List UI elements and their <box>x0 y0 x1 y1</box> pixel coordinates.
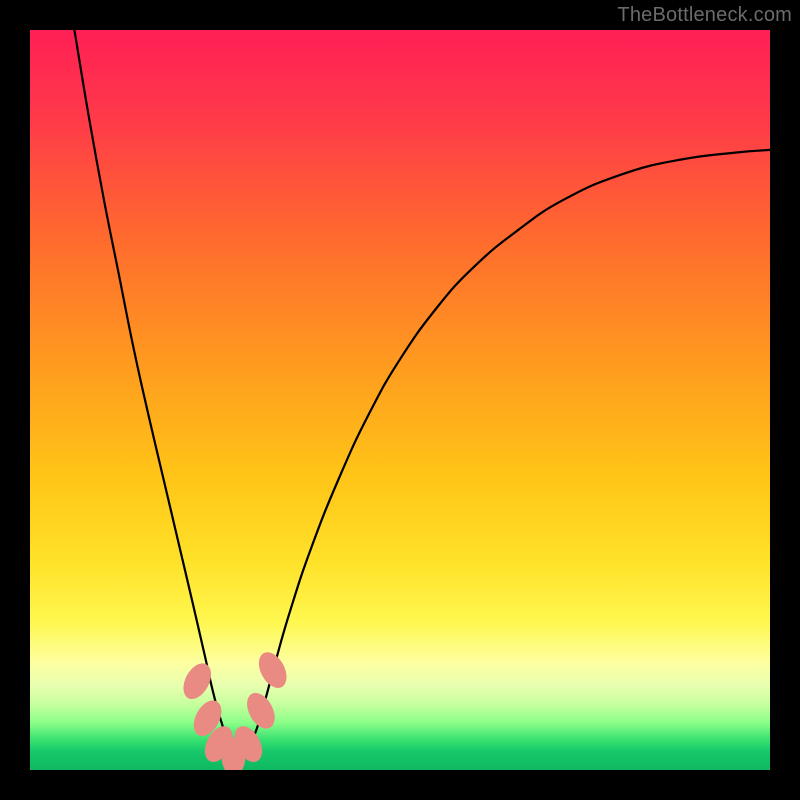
chart-frame: TheBottleneck.com <box>0 0 800 800</box>
watermark-text: TheBottleneck.com <box>617 4 792 27</box>
plot-area <box>30 30 770 770</box>
bottleneck-curve <box>74 30 770 757</box>
curve-layer <box>30 30 770 770</box>
curve-markers <box>178 648 292 770</box>
curve-marker <box>253 648 292 693</box>
curve-marker <box>241 688 280 733</box>
